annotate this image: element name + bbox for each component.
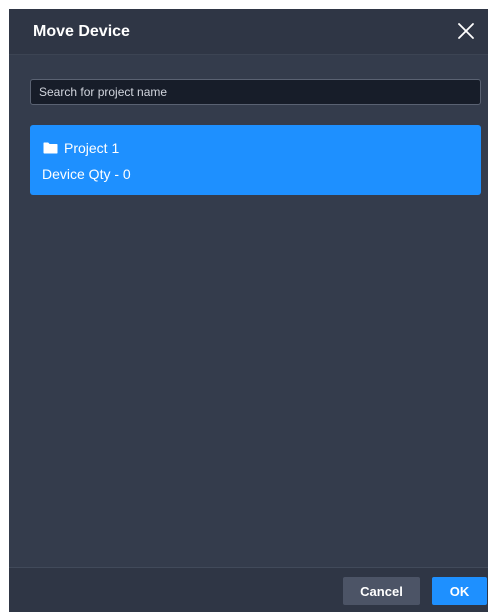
close-icon[interactable] [454, 19, 478, 43]
device-qty-label: Device Qty - 0 [42, 166, 131, 182]
project-name: Project 1 [64, 140, 120, 156]
project-list-item[interactable]: Project 1 Device Qty - 0 [30, 125, 481, 195]
cancel-button[interactable]: Cancel [343, 577, 420, 605]
dialog-title: Move Device [33, 23, 130, 40]
folder-icon [43, 142, 58, 154]
move-device-dialog: Move Device Project 1 Device Qty - 0 Can… [9, 9, 488, 612]
project-name-row: Project 1 [43, 139, 119, 157]
ok-button[interactable]: OK [432, 577, 487, 605]
dialog-footer: Cancel OK [9, 567, 488, 612]
dialog-header: Move Device [9, 9, 488, 55]
project-search-input[interactable] [30, 79, 481, 105]
